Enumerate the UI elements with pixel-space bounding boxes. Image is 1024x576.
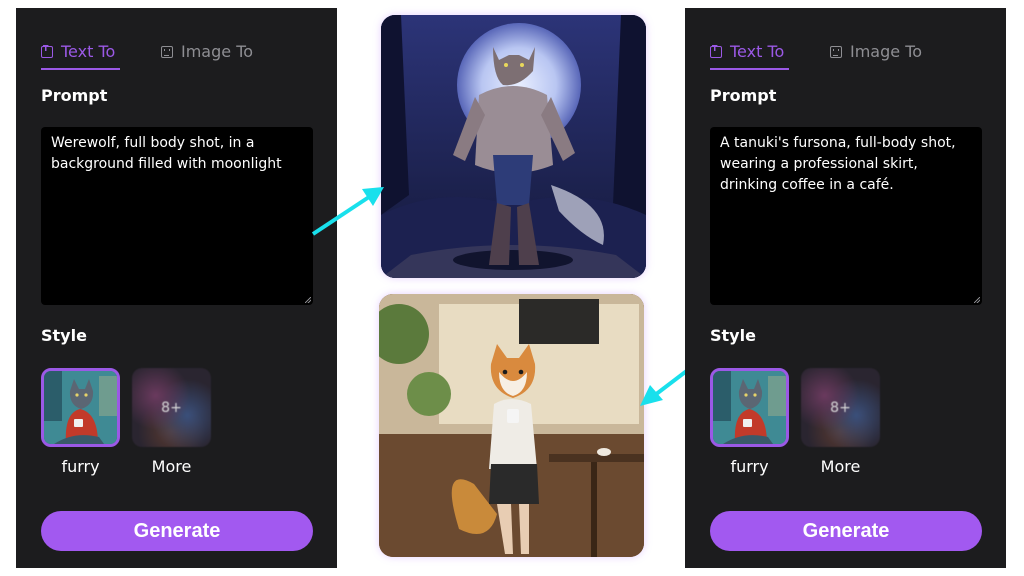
- werewolf-illustration: [381, 15, 646, 278]
- tab-image-to-label: Image To: [850, 42, 923, 61]
- style-option-furry[interactable]: [710, 368, 789, 447]
- more-count: 8+: [830, 399, 851, 416]
- active-tab-indicator: [41, 68, 120, 70]
- style-heading: Style: [710, 326, 756, 345]
- tanuki-illustration: [379, 294, 644, 557]
- prompt-heading: Prompt: [710, 86, 777, 105]
- more-count: 8+: [161, 399, 182, 416]
- prompt-text: A tanuki's fursona, full-body shot, wear…: [720, 135, 956, 193]
- style-option-more[interactable]: 8+: [132, 368, 211, 447]
- prompt-textarea[interactable]: Werewolf, full body shot, in a backgroun…: [41, 127, 313, 305]
- prompt-text: Werewolf, full body shot, in a backgroun…: [51, 135, 282, 172]
- resize-handle-icon[interactable]: [974, 297, 980, 303]
- furry-thumbnail-image: [713, 371, 786, 444]
- image-face-icon: [830, 46, 842, 58]
- style-label-more: More: [820, 457, 861, 476]
- style-label-more: More: [151, 457, 192, 476]
- text-icon: [710, 44, 722, 58]
- tanuki-result-image[interactable]: [379, 294, 644, 557]
- tab-text-to-label: Text To: [61, 42, 116, 61]
- active-tab-indicator: [710, 68, 789, 70]
- prompt-textarea[interactable]: A tanuki's fursona, full-body shot, wear…: [710, 127, 982, 305]
- style-option-furry[interactable]: [41, 368, 120, 447]
- style-heading: Style: [41, 326, 87, 345]
- prompt-heading: Prompt: [41, 86, 108, 105]
- image-face-icon: [161, 46, 173, 58]
- generate-button[interactable]: Generate: [710, 511, 982, 551]
- tab-image-to-label: Image To: [181, 42, 254, 61]
- tab-image-to[interactable]: Image To: [161, 42, 253, 72]
- furry-thumbnail-image: [44, 371, 117, 444]
- resize-handle-icon[interactable]: [305, 297, 311, 303]
- text-icon: [41, 44, 53, 58]
- right-generator-panel: Text To Image To Prompt A tanuki's furso…: [685, 8, 1006, 568]
- left-generator-panel: Text To Image To Prompt Werewolf, full b…: [16, 8, 337, 568]
- style-option-more[interactable]: 8+: [801, 368, 880, 447]
- style-label-furry: furry: [61, 457, 100, 476]
- tab-image-to[interactable]: Image To: [830, 42, 922, 72]
- werewolf-result-image[interactable]: [381, 15, 646, 278]
- tab-text-to-label: Text To: [730, 42, 785, 61]
- style-label-furry: furry: [730, 457, 769, 476]
- generate-button[interactable]: Generate: [41, 511, 313, 551]
